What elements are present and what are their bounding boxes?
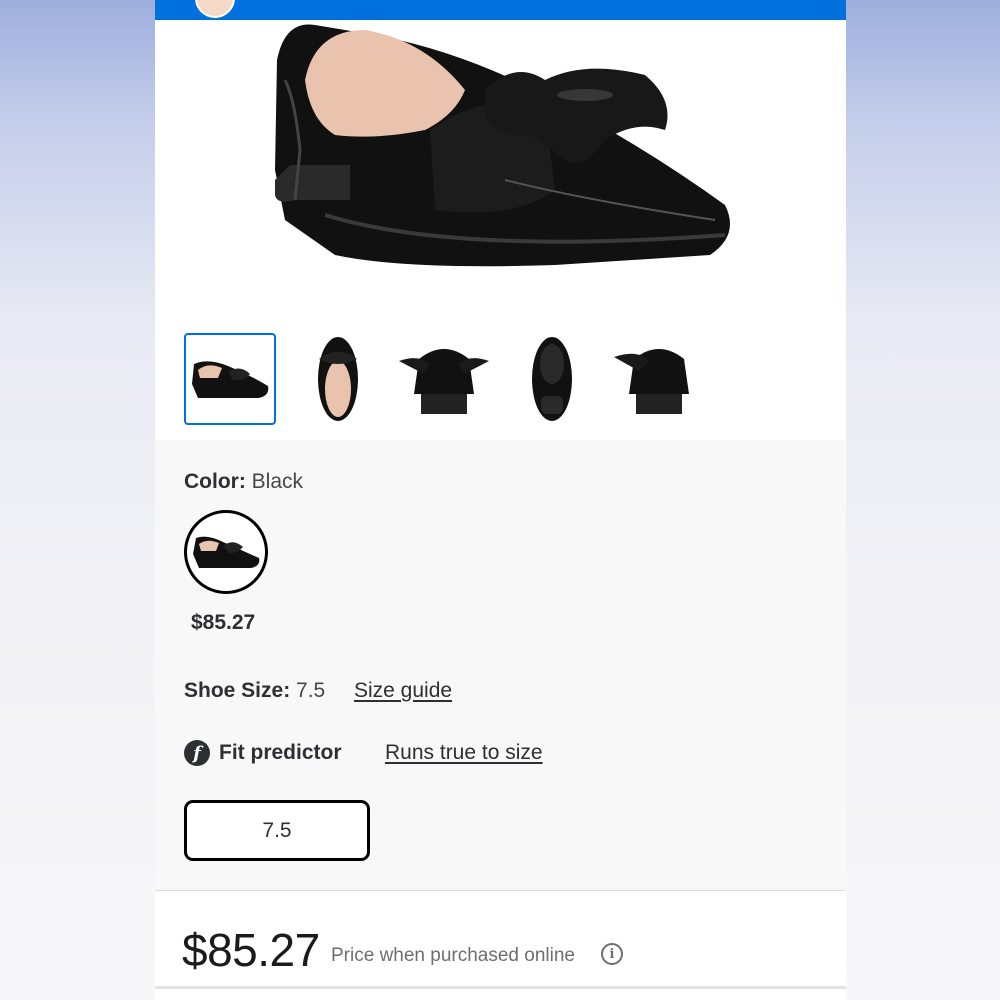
bottom-divider <box>155 986 846 989</box>
thumbnail-sole-view[interactable] <box>506 333 598 425</box>
main-price: $85.27 <box>182 924 320 976</box>
shoe-size-label: Shoe Size: 7.5 <box>184 679 325 703</box>
thumbnail-top-view[interactable] <box>292 333 384 425</box>
thumbnail-side-view[interactable] <box>184 333 276 425</box>
size-option-button[interactable]: 7.5 <box>184 800 370 861</box>
thumbnail-front-view[interactable] <box>613 333 705 425</box>
fit-predictor-label: Fit predictor <box>219 741 342 764</box>
fit-predictor-link[interactable]: Runs true to size <box>385 741 543 765</box>
color-swatch-black[interactable] <box>184 510 268 594</box>
swatch-price: $85.27 <box>191 611 256 634</box>
product-main-image[interactable] <box>255 20 755 280</box>
color-value: Black <box>251 470 304 493</box>
info-icon[interactable]: i <box>601 943 623 965</box>
product-gallery <box>155 20 846 440</box>
avatar[interactable] <box>195 0 235 18</box>
size-guide-link[interactable]: Size guide <box>354 679 452 703</box>
thumbnail-back-view[interactable] <box>398 333 490 425</box>
product-page: Color: Black $85.27 Shoe Size: 7.5 Size … <box>155 0 846 1000</box>
top-header-bar <box>155 0 846 20</box>
color-selector-label: Color: Black <box>184 470 303 494</box>
size-value: 7.5 <box>296 679 326 702</box>
color-label: Color: <box>184 470 246 493</box>
price-note: Price when purchased online <box>331 945 575 966</box>
fit-predictor-icon: f <box>184 740 210 766</box>
size-label: Shoe Size: <box>184 679 291 702</box>
price-panel: $85.27 Price when purchased online i <box>155 891 846 1000</box>
